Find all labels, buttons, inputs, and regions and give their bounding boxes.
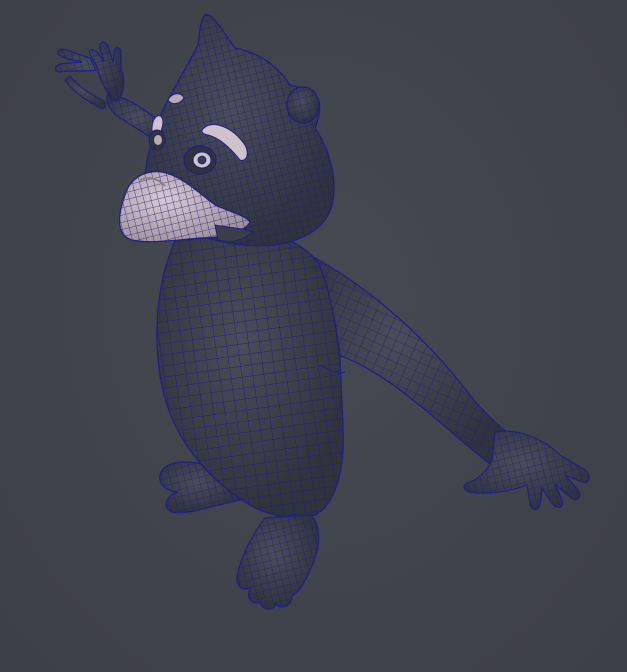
model-canvas[interactable] [0, 0, 627, 672]
model-right-foot [236, 514, 320, 610]
model-left-hand [54, 41, 125, 109]
model-ear [286, 86, 320, 124]
3d-viewport[interactable] [0, 0, 627, 672]
